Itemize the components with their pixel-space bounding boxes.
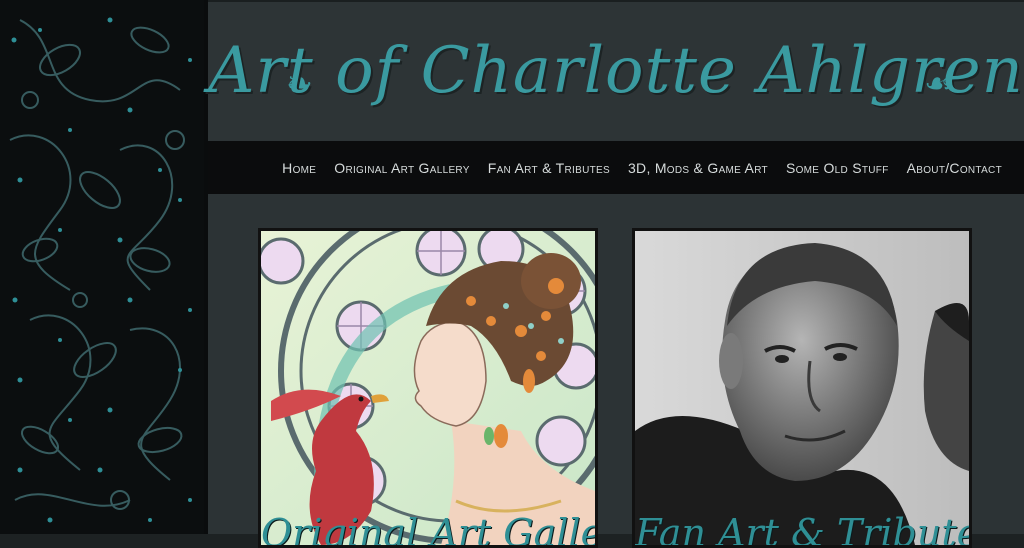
gallery-content: Original Art Gallery — [208, 194, 1024, 548]
decorative-side-panel — [0, 0, 204, 534]
card-caption: Original Art Gallery — [261, 511, 595, 548]
nav-item-about-contact[interactable]: About/Contact — [907, 160, 1002, 176]
gallery-card-fan-art[interactable]: Fan Art & Tributes — [632, 228, 972, 548]
card-caption: Fan Art & Tributes — [635, 511, 972, 548]
main-navigation: Home Original Art Gallery Fan Art & Trib… — [208, 141, 1024, 194]
nav-item-3d-mods-game-art[interactable]: 3D, Mods & Game Art — [628, 160, 768, 176]
site-title-logo[interactable]: ❧ Art of Charlotte Ahlgren ☙ — [208, 6, 1024, 136]
site-header: ❧ Art of Charlotte Ahlgren ☙ — [208, 0, 1024, 142]
gallery-card-original-art[interactable]: Original Art Gallery — [258, 228, 598, 548]
nav-item-home[interactable]: Home — [282, 160, 316, 176]
nav-item-original-art-gallery[interactable]: Original Art Gallery — [334, 160, 469, 176]
site-title: Art of Charlotte Ahlgren — [208, 34, 1024, 108]
art-nouveau-portrait-image — [261, 231, 595, 545]
grayscale-portrait-image — [635, 231, 969, 545]
paisley-pattern-icon — [9, 17, 192, 523]
nav-item-some-old-stuff[interactable]: Some Old Stuff — [786, 160, 889, 176]
nav-item-fan-art-tributes[interactable]: Fan Art & Tributes — [488, 160, 610, 176]
swirl-ornament-icon: ☙ — [924, 64, 953, 102]
main-area: ❧ Art of Charlotte Ahlgren ☙ Home Origin… — [208, 0, 1024, 548]
